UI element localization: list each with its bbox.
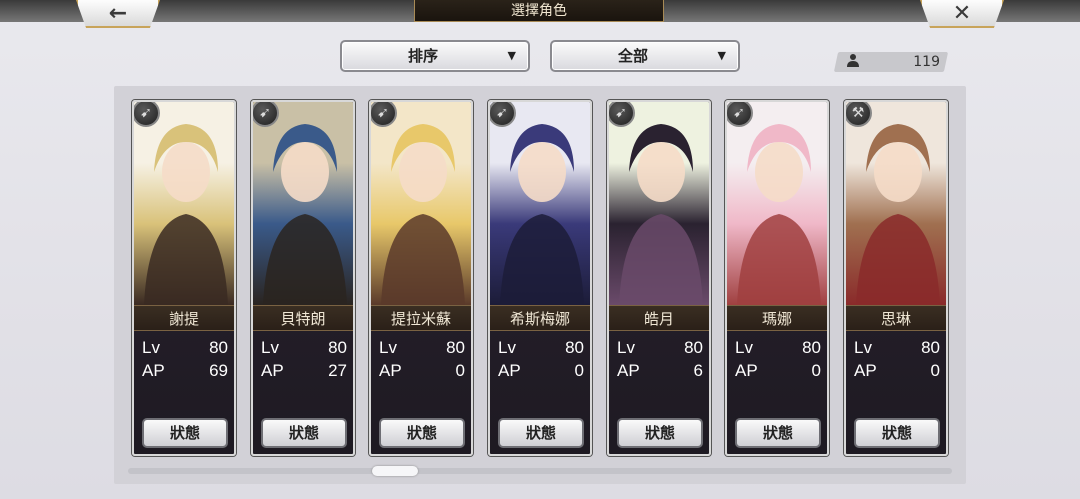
- ap-value: 27: [328, 361, 347, 380]
- character-portrait: [609, 102, 709, 305]
- status-button[interactable]: 狀態: [379, 418, 465, 448]
- level-value: 80: [684, 338, 703, 357]
- page-title: 選擇角色: [414, 0, 664, 22]
- character-name: 貝特朗: [253, 305, 353, 331]
- level-label: Lv: [854, 338, 872, 357]
- level-row: Lv 80: [379, 338, 465, 360]
- level-label: Lv: [617, 338, 635, 357]
- class-icon: ➹: [134, 102, 160, 127]
- status-button[interactable]: 狀態: [261, 418, 347, 448]
- character-name: 瑪娜: [727, 305, 827, 331]
- filter-dropdown[interactable]: 全部 ▼: [550, 40, 740, 72]
- ap-label: AP: [854, 361, 877, 380]
- character-card[interactable]: ➹ 謝提 Lv 80 AP 69 狀態: [132, 100, 236, 456]
- level-value: 80: [565, 338, 584, 357]
- level-row: Lv 80: [261, 338, 347, 360]
- back-arrow-icon: ←: [108, 0, 128, 26]
- character-card[interactable]: ➹ 希斯梅娜 Lv 80 AP 0 狀態: [488, 100, 592, 456]
- character-count: 119: [846, 52, 940, 72]
- level-label: Lv: [142, 338, 160, 357]
- character-count-value: 119: [913, 54, 940, 70]
- level-label: Lv: [379, 338, 397, 357]
- status-button[interactable]: 狀態: [498, 418, 584, 448]
- ap-row: AP 6: [617, 361, 703, 383]
- level-value: 80: [446, 338, 465, 357]
- character-name: 提拉米蘇: [371, 305, 471, 331]
- level-row: Lv 80: [735, 338, 821, 360]
- status-button[interactable]: 狀態: [142, 418, 228, 448]
- character-name: 思琳: [846, 305, 946, 331]
- filter-dropdown-label: 全部: [617, 47, 648, 65]
- class-icon: ➹: [490, 102, 516, 127]
- ap-row: AP 0: [498, 361, 584, 383]
- ap-label: AP: [379, 361, 402, 380]
- ap-label: AP: [617, 361, 640, 380]
- character-name: 希斯梅娜: [490, 305, 590, 331]
- ap-label: AP: [142, 361, 165, 380]
- ap-row: AP 0: [379, 361, 465, 383]
- scrollbar-thumb[interactable]: [372, 466, 418, 476]
- class-icon: ➹: [371, 102, 397, 127]
- level-row: Lv 80: [142, 338, 228, 360]
- ap-row: AP 69: [142, 361, 228, 383]
- character-portrait: [727, 102, 827, 305]
- level-label: Lv: [735, 338, 753, 357]
- close-icon: ✕: [952, 0, 972, 26]
- ap-row: AP 0: [854, 361, 940, 383]
- level-row: Lv 80: [617, 338, 703, 360]
- close-button[interactable]: ✕: [920, 0, 1004, 28]
- character-card[interactable]: ➹ 提拉米蘇 Lv 80 AP 0 狀態: [369, 100, 473, 456]
- character-portrait: [134, 102, 234, 305]
- ap-value: 0: [930, 361, 940, 380]
- chevron-down-icon: ▼: [507, 49, 516, 62]
- horizontal-scrollbar[interactable]: [128, 468, 952, 474]
- sort-dropdown-label: 排序: [407, 47, 438, 65]
- level-value: 80: [328, 338, 347, 357]
- back-button[interactable]: ←: [76, 0, 160, 28]
- character-portrait: [371, 102, 471, 305]
- level-label: Lv: [498, 338, 516, 357]
- character-portrait: [490, 102, 590, 305]
- class-icon: ➹: [253, 102, 279, 127]
- ap-label: AP: [498, 361, 521, 380]
- character-name: 皓月: [609, 305, 709, 331]
- sort-dropdown[interactable]: 排序 ▼: [340, 40, 530, 72]
- ap-value: 0: [811, 361, 821, 380]
- character-card[interactable]: ⚒ 思琳 Lv 80 AP 0 狀態: [844, 100, 948, 456]
- level-value: 80: [802, 338, 821, 357]
- level-row: Lv 80: [854, 338, 940, 360]
- person-icon: [846, 53, 860, 71]
- character-card[interactable]: ➹ 瑪娜 Lv 80 AP 0 狀態: [725, 100, 829, 456]
- level-row: Lv 80: [498, 338, 584, 360]
- character-portrait: [253, 102, 353, 305]
- level-value: 80: [921, 338, 940, 357]
- chevron-down-icon: ▼: [717, 49, 726, 62]
- ap-value: 6: [693, 361, 703, 380]
- ap-label: AP: [735, 361, 758, 380]
- ap-value: 69: [209, 361, 228, 380]
- character-card[interactable]: ➹ 皓月 Lv 80 AP 6 狀態: [607, 100, 711, 456]
- level-value: 80: [209, 338, 228, 357]
- ap-row: AP 0: [735, 361, 821, 383]
- level-label: Lv: [261, 338, 279, 357]
- status-button[interactable]: 狀態: [617, 418, 703, 448]
- class-icon: ⚒: [846, 102, 872, 127]
- status-button[interactable]: 狀態: [735, 418, 821, 448]
- ap-row: AP 27: [261, 361, 347, 383]
- character-card[interactable]: ➹ 貝特朗 Lv 80 AP 27 狀態: [251, 100, 355, 456]
- ap-label: AP: [261, 361, 284, 380]
- ap-value: 0: [574, 361, 584, 380]
- class-icon: ➹: [727, 102, 753, 127]
- character-portrait: [846, 102, 946, 305]
- status-button[interactable]: 狀態: [854, 418, 940, 448]
- class-icon: ➹: [609, 102, 635, 127]
- character-name: 謝提: [134, 305, 234, 331]
- ap-value: 0: [455, 361, 465, 380]
